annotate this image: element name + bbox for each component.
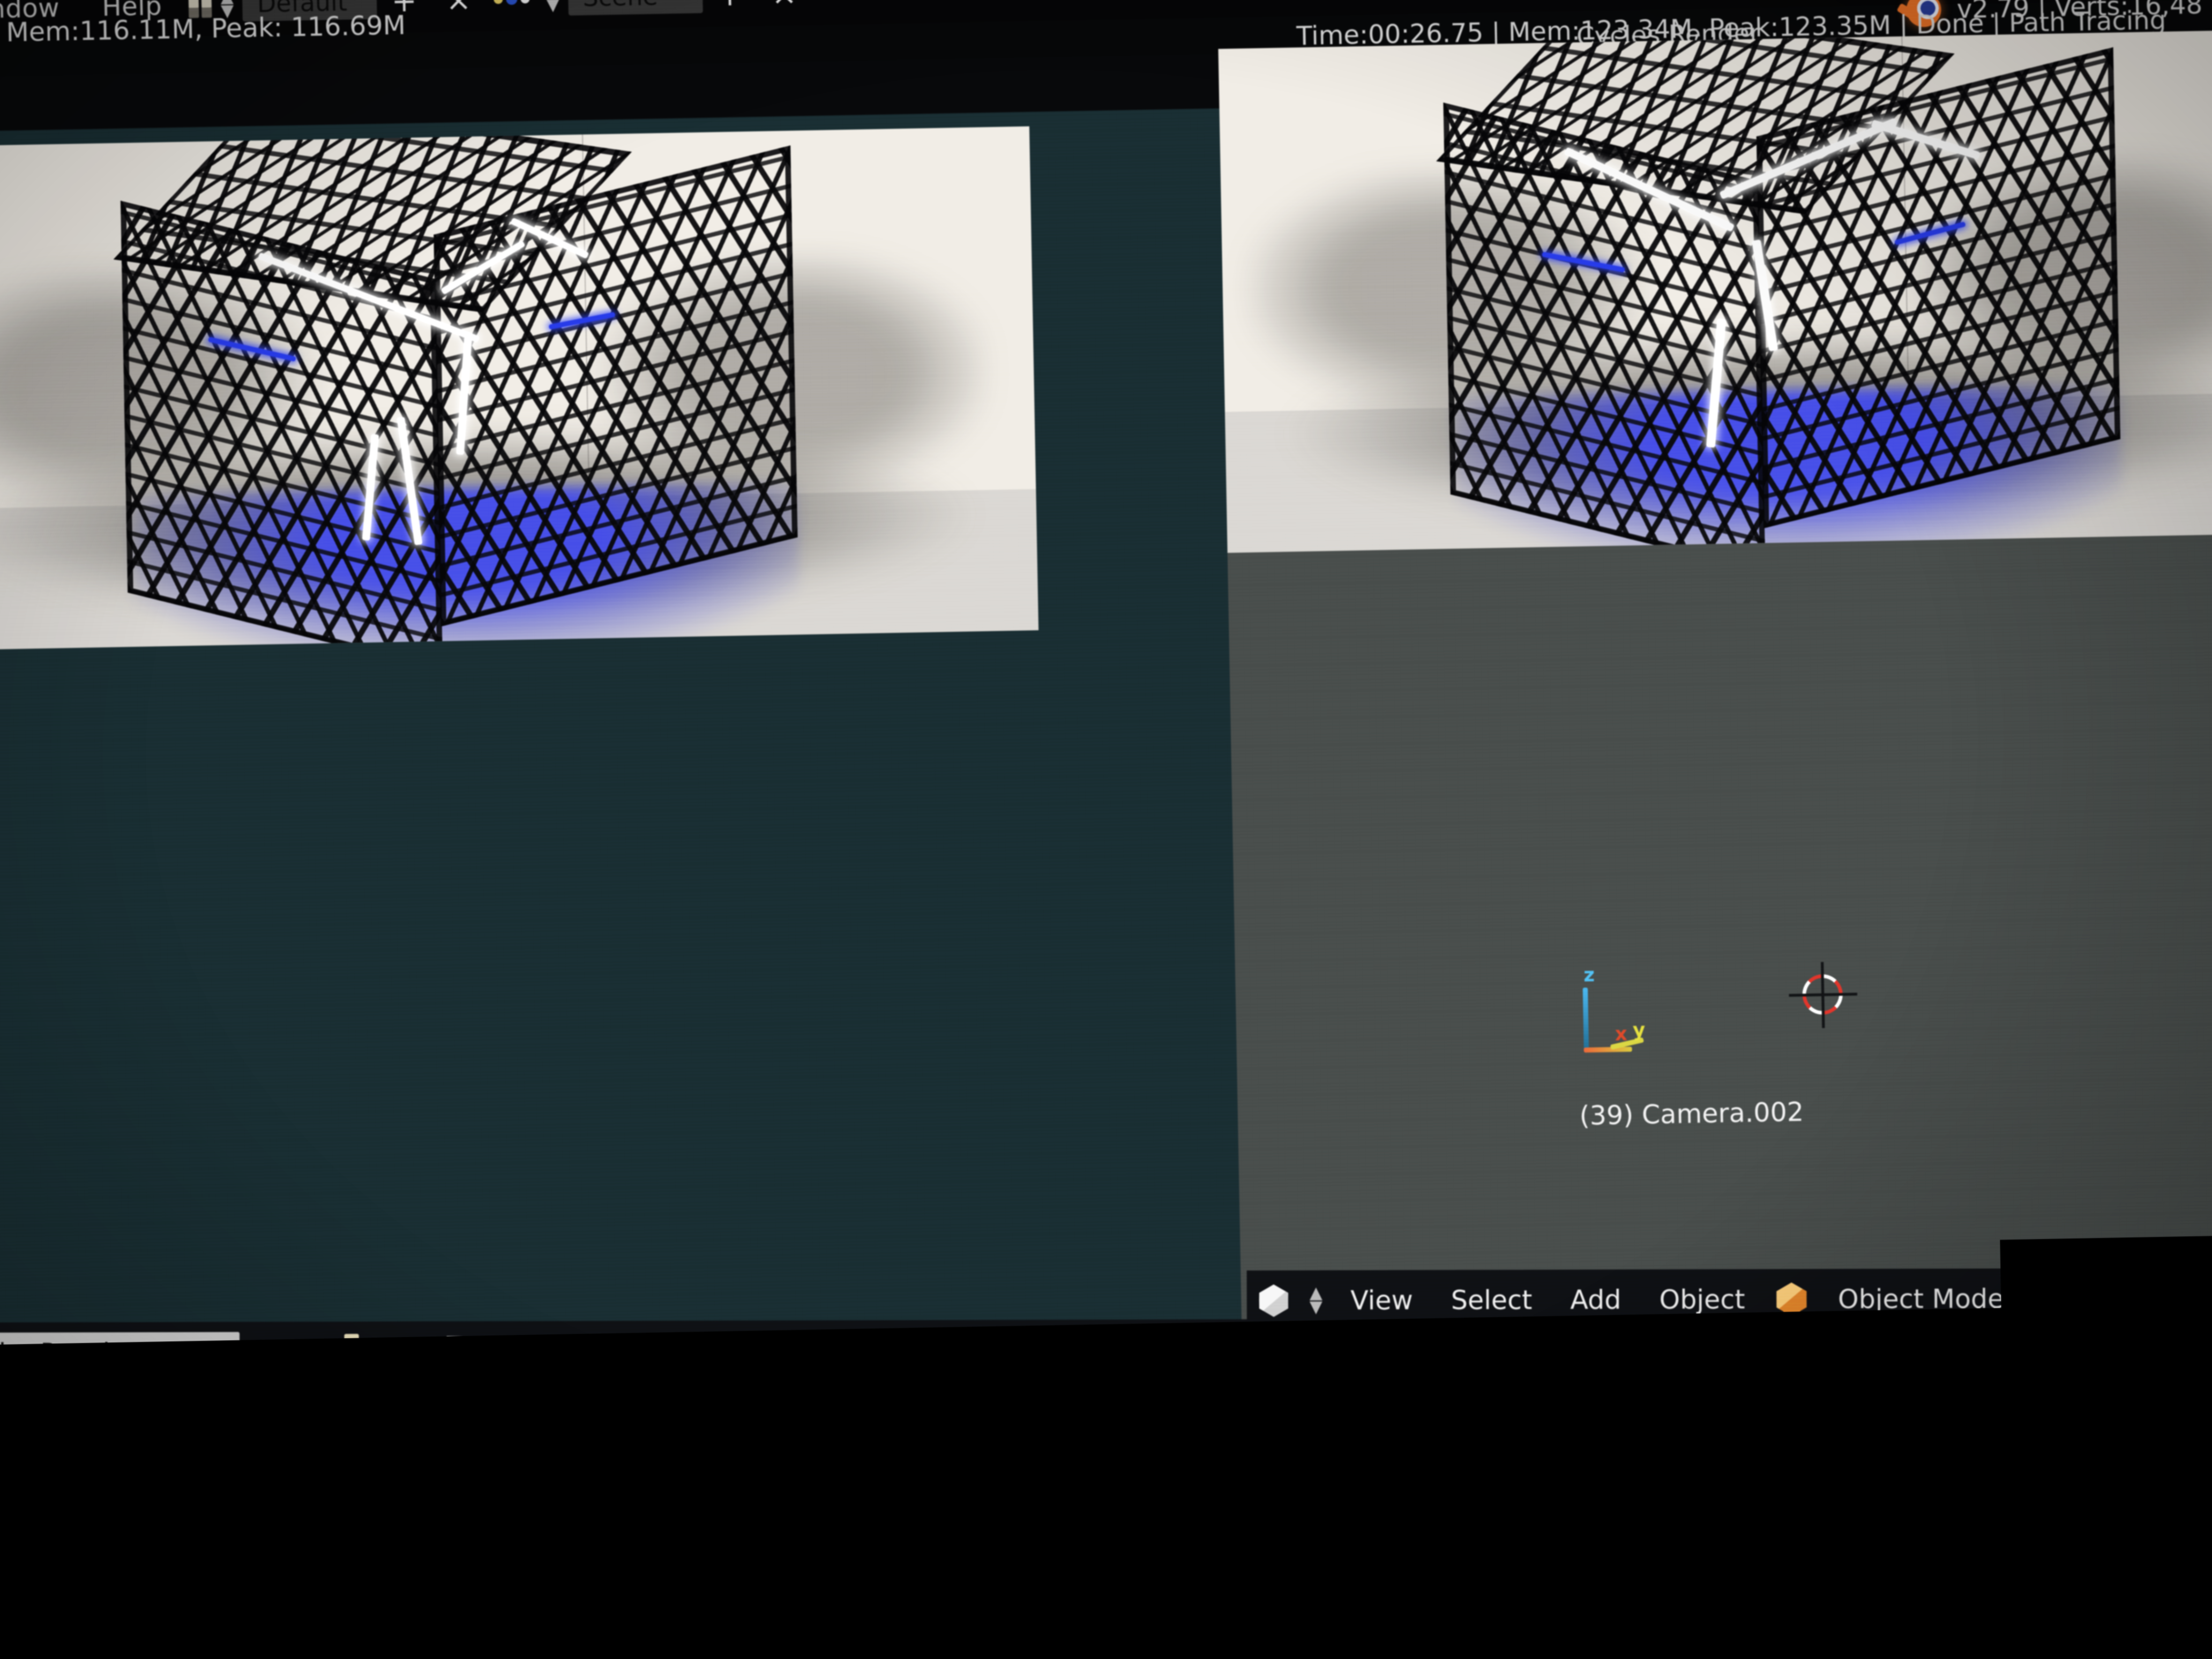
render-result-image-left[interactable] <box>0 126 1038 652</box>
slot-chevron-icon[interactable]: ▲ ▼ <box>678 1337 709 1365</box>
image-datablock-field[interactable]: Render Result <box>0 1332 240 1373</box>
timeline-marker[interactable]: F_90 <box>342 1638 367 1654</box>
viewport-view-menu[interactable]: View <box>1332 1285 1432 1316</box>
timeline-gridline <box>2033 1464 2035 1651</box>
marker-triangle-icon <box>1212 1636 1236 1653</box>
image-view-menu[interactable]: View <box>485 1336 586 1367</box>
scene-icon[interactable] <box>485 0 537 5</box>
timeline-gridline <box>1440 1466 1443 1653</box>
fake-user-button[interactable]: F <box>240 1336 280 1369</box>
viewport-header: ▲ ▼ View Select Add Object Object Mode ▲… <box>1247 1267 2212 1331</box>
axis-y-label: y <box>1633 1019 1646 1042</box>
render-slot-selector[interactable]: Slot 3 <box>709 1335 823 1366</box>
render-region-icon[interactable] <box>617 1336 678 1366</box>
unlink-image-button[interactable]: × <box>384 1335 432 1368</box>
open-folder-icon[interactable] <box>328 1339 385 1365</box>
add-scene-button[interactable]: + <box>703 0 758 11</box>
snap-magnet-icon[interactable] <box>2142 1282 2200 1314</box>
timeline-gridline <box>552 1467 554 1654</box>
axis-x-label: x <box>1615 1023 1627 1045</box>
timeline-gridline <box>848 1467 850 1654</box>
render-layer-selector[interactable]: RenderLayer <box>854 1335 1059 1366</box>
timeline-gridline <box>1540 1466 1542 1653</box>
marker-label: F_178 <box>1228 1589 1305 1619</box>
layout-chevron-icon[interactable]: ▲ ▼ <box>212 0 243 18</box>
3d-viewport-panel[interactable]: z x y <box>1219 28 2212 1404</box>
version-verts-text: v2.79 | Verts:16,48 <box>1956 0 2202 24</box>
menu-help[interactable]: Help <box>80 0 183 22</box>
menu-window[interactable]: Window <box>0 0 81 25</box>
scene-chevron-icon[interactable]: ▲ ▼ <box>537 0 568 12</box>
editor-type-chevron-icon[interactable]: ▲ ▼ <box>1301 1287 1332 1314</box>
screen-layout-field[interactable]: Default <box>242 0 377 21</box>
viewport-select-menu[interactable]: Select <box>1432 1284 1551 1316</box>
viewport-object-menu[interactable]: Object <box>1640 1284 1764 1315</box>
timeline-gridline <box>749 1467 751 1654</box>
viewport-shading-icon[interactable] <box>2053 1282 2111 1315</box>
mode-chevron-icon[interactable]: ▲ ▼ <box>2023 1285 2054 1313</box>
timeline-gridline <box>453 1467 455 1654</box>
timeline-gridline <box>1243 1466 1245 1653</box>
timeline-editor[interactable]: F_90F_178 100120140160180200220240260 <box>275 1464 2112 1659</box>
view-chevron-icon[interactable]: ▲ ▼ <box>586 1337 617 1365</box>
image-editor-panel <box>0 55 1243 1422</box>
delete-scene-button[interactable]: × <box>757 0 812 10</box>
timeline-marker[interactable]: F_178 <box>1212 1636 1236 1653</box>
timeline-gridline <box>1342 1466 1344 1653</box>
render-pass-selector[interactable]: Co <box>1089 1334 1162 1365</box>
timeline-gridline <box>354 1467 356 1654</box>
top-menu-bar: Window Help ▲ ▼ Default + × ▲ ▼ Scene + … <box>0 0 2212 41</box>
screen-layout-icon[interactable] <box>189 0 212 18</box>
timeline-gridline <box>947 1466 949 1653</box>
interaction-mode-selector[interactable]: Object Mode <box>1819 1283 2023 1314</box>
snap-chevron-icon[interactable]: ▲ ▼ <box>2200 1284 2212 1312</box>
image-editor-header: Render Result F + × View ▲ ▼ ▲ ▼ Slot 3 … <box>0 1319 1259 1383</box>
renderlayer-chevron-icon[interactable]: ▲ ▼ <box>823 1337 854 1365</box>
editors-region: z x y (39) Camera.002 <box>0 34 2212 1449</box>
axis-x-line <box>1584 1047 1632 1052</box>
timeline-gridline <box>1835 1465 1837 1652</box>
timeline-grid <box>275 1464 2112 1655</box>
timeline-marker-line <box>1223 1466 1226 1653</box>
image-editor-type-icon[interactable] <box>432 1336 485 1367</box>
object-mode-cube-icon[interactable] <box>1764 1282 1819 1316</box>
timeline-gridline <box>1638 1465 1640 1652</box>
lattice-cube-left <box>119 146 801 651</box>
camera-view-render <box>1219 28 2212 553</box>
delete-layout-button[interactable]: × <box>431 0 487 16</box>
timeline-gridline <box>1145 1466 1147 1653</box>
timeline-gridline <box>651 1467 653 1654</box>
shading-chevron-icon[interactable]: ▲ ▼ <box>2111 1284 2142 1312</box>
viewport-add-menu[interactable]: Add <box>1551 1284 1640 1316</box>
add-layout-button[interactable]: + <box>377 0 432 17</box>
pass-chevron-icon[interactable]: ▲ ▼ <box>1059 1336 1090 1364</box>
3d-cursor-icon[interactable] <box>1796 968 1849 1021</box>
timeline-left-gutter <box>0 1467 302 1659</box>
timeline-gridline <box>1045 1466 1048 1653</box>
marker-label: F_90 <box>361 1627 422 1658</box>
lattice-cube-right <box>1443 48 2124 553</box>
active-camera-label: (39) Camera.002 <box>1579 1097 1804 1132</box>
new-image-button[interactable]: + <box>280 1336 328 1369</box>
axis-z-label: z <box>1583 964 1595 987</box>
axis-z-line <box>1583 988 1589 1052</box>
timeline-gridline <box>1934 1464 1937 1651</box>
scene-field[interactable]: Scene <box>568 0 703 16</box>
editor-type-cube-icon[interactable] <box>1247 1284 1301 1317</box>
timeline-gridline <box>1737 1465 1739 1652</box>
axis-gizmo: z x y <box>1577 970 1668 1056</box>
